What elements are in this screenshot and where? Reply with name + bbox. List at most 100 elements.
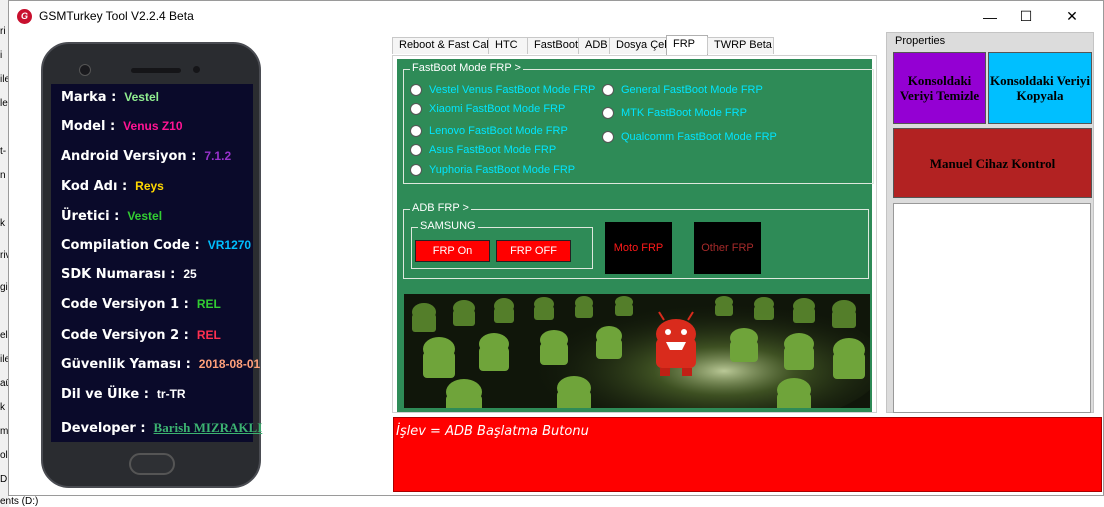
radio-circle-icon [410, 125, 422, 137]
frp-tab-panel: FastBoot Mode FRP > Vestel Venus FastBoo… [392, 55, 877, 413]
device-info-row: Güvenlik Yaması : 2018-08-01 [61, 357, 260, 372]
home-button-icon [129, 453, 175, 475]
radio-lenovo[interactable]: Lenovo FastBoot Mode FRP [410, 125, 568, 137]
other-frp-button[interactable]: Other FRP [694, 222, 761, 274]
device-info-value: Venus Z10 [123, 119, 183, 133]
device-info-row: Compilation Code : VR1270 [61, 238, 251, 253]
radio-label: Qualcomm FastBoot Mode FRP [621, 131, 777, 143]
fastboot-frp-group: FastBoot Mode FRP > Vestel Venus FastBoo… [403, 62, 874, 184]
radio-circle-icon [410, 164, 422, 176]
device-info-row: Üretici : Vestel [61, 209, 162, 224]
device-info-label: SDK Numarası : [61, 267, 176, 282]
manual-device-control-button[interactable]: Manuel Cihaz Kontrol [893, 128, 1092, 198]
radio-circle-icon [410, 103, 422, 115]
device-info-label: Code Versiyon 1 : [61, 297, 189, 312]
device-info-row: Marka : Vestel [61, 90, 159, 105]
device-info-value: REL [196, 297, 221, 311]
phone-screen: Marka : Vestel Model : Venus Z10 Android Ver… [51, 84, 262, 442]
device-info-label: Güvenlik Yaması : [61, 357, 191, 372]
camera-icon [79, 64, 91, 76]
device-info-label: Kod Adı : [61, 179, 128, 194]
radio-label: Xiaomi FastBoot Mode FRP [429, 103, 566, 115]
tab-htc[interactable]: HTC [488, 37, 528, 54]
properties-panel: Properties Konsoldaki Veriyi Temizle Kon… [886, 32, 1094, 413]
radio-label: Vestel Venus FastBoot Mode FRP [429, 84, 596, 96]
desktop-fragment-drive: ents (D:) [0, 496, 39, 507]
radio-circle-icon [602, 131, 614, 143]
device-info-row: Developer : Barish MIZRAKLI [61, 420, 262, 436]
desktop-fragment: el [0, 330, 8, 341]
sensor-dot [193, 66, 200, 73]
device-info-row: Model : Venus Z10 [61, 119, 183, 134]
device-info-label: Compilation Code : [61, 238, 200, 253]
device-info-value: VR1270 [207, 238, 252, 252]
radio-yuphoria[interactable]: Yuphoria FastBoot Mode FRP [410, 164, 575, 176]
radio-label: Lenovo FastBoot Mode FRP [429, 125, 568, 137]
device-info-value: 7.1.2 [204, 149, 232, 163]
close-button[interactable]: ✕ [1049, 1, 1095, 32]
speaker-grille [131, 68, 181, 73]
radio-xiaomi[interactable]: Xiaomi FastBoot Mode FRP [410, 103, 565, 115]
tab-adb[interactable]: ADB [578, 37, 610, 54]
console-output[interactable]: İşlev = ADB Başlatma Butonu [393, 417, 1102, 492]
radio-general[interactable]: General FastBoot Mode FRP [602, 84, 763, 96]
device-info-value: 25 [183, 267, 197, 281]
tab-frp[interactable]: FRP [666, 35, 708, 55]
title-bar[interactable]: G GSMTurkey Tool V2.2.4 Beta — ☐ ✕ [9, 1, 1103, 32]
desktop-fragment: D [0, 474, 8, 485]
properties-list[interactable] [893, 203, 1091, 413]
device-info-label: Marka : [61, 90, 117, 105]
radio-circle-icon [410, 84, 422, 96]
radio-label: MTK FastBoot Mode FRP [621, 107, 747, 119]
tab-reboot-fast-call[interactable]: Reboot & Fast Call [392, 37, 491, 54]
device-info-value: Vestel [124, 90, 159, 104]
radio-circle-icon [602, 84, 614, 96]
maximize-button[interactable]: ☐ [1003, 1, 1049, 32]
radio-label: Yuphoria FastBoot Mode FRP [429, 164, 576, 176]
device-info-value: REL [196, 328, 221, 342]
desktop-fragment: k [0, 218, 5, 229]
radio-asus[interactable]: Asus FastBoot Mode FRP [410, 144, 556, 156]
android-army-illustration [404, 294, 870, 408]
frp-off-button[interactable]: FRP OFF [496, 240, 571, 262]
desktop-fragment: t- [0, 146, 7, 157]
screen-root: ri i ile lel t- n k riv gi el ile aü k m… [0, 0, 1104, 507]
tab-twrp-beta[interactable]: TWRP Beta [707, 37, 774, 54]
samsung-group: SAMSUNG FRP On FRP OFF [411, 220, 593, 269]
device-info-label: Code Versiyon 2 : [61, 328, 189, 343]
window-title: GSMTurkey Tool V2.2.4 Beta [39, 9, 194, 23]
radio-mtk[interactable]: MTK FastBoot Mode FRP [602, 107, 747, 119]
copy-console-button[interactable]: Konsoldaki Veriyi Kopyala [988, 52, 1092, 124]
desktop-fragment: ri [0, 26, 6, 37]
device-info-row: SDK Numarası : 25 [61, 267, 197, 282]
radio-qualcomm[interactable]: Qualcomm FastBoot Mode FRP [602, 131, 777, 143]
device-info-row: Code Versiyon 2 : REL [61, 328, 221, 343]
radio-label: General FastBoot Mode FRP [621, 84, 763, 96]
tab-fastboot[interactable]: FastBoot [527, 37, 579, 54]
device-info-value: tr-TR [156, 387, 186, 401]
device-info-label: Model : [61, 119, 116, 134]
device-info-row: Dil ve Ülke : tr-TR [61, 387, 186, 402]
group-title: ADB FRP > [410, 202, 471, 214]
group-title: SAMSUNG [418, 220, 478, 232]
clear-console-button[interactable]: Konsoldaki Veriyi Temizle [893, 52, 986, 124]
device-info-row: Code Versiyon 1 : REL [61, 297, 221, 312]
device-info-value: Reys [135, 179, 164, 193]
radio-vestel-venus[interactable]: Vestel Venus FastBoot Mode FRP [410, 84, 595, 96]
tab-bar: Reboot & Fast Call HTC FastBoot ADB Dosya Çe… [392, 35, 774, 55]
console-text: İşlev = ADB Başlatma Butonu [396, 424, 589, 439]
tab-dosya-çek[interactable]: Dosya Çek [609, 37, 670, 54]
device-info-value[interactable]: Barish MIZRAKLI [154, 420, 263, 436]
desktop-fragment: i [0, 50, 3, 61]
desktop-fragment: ol [0, 450, 8, 461]
frp-on-button[interactable]: FRP On [415, 240, 490, 262]
radio-circle-icon [602, 107, 614, 119]
desktop-fragment: k [0, 402, 5, 413]
radio-label: Asus FastBoot Mode FRP [429, 144, 557, 156]
moto-frp-button[interactable]: Moto FRP [605, 222, 672, 274]
device-info-label: Android Versiyon : [61, 149, 197, 164]
device-info-value: 2018-08-01 [198, 357, 261, 371]
radio-circle-icon [410, 144, 422, 156]
device-info-label: Developer : [61, 421, 146, 436]
phone-mockup: Marka : Vestel Model : Venus Z10 Android Ver… [41, 42, 262, 488]
